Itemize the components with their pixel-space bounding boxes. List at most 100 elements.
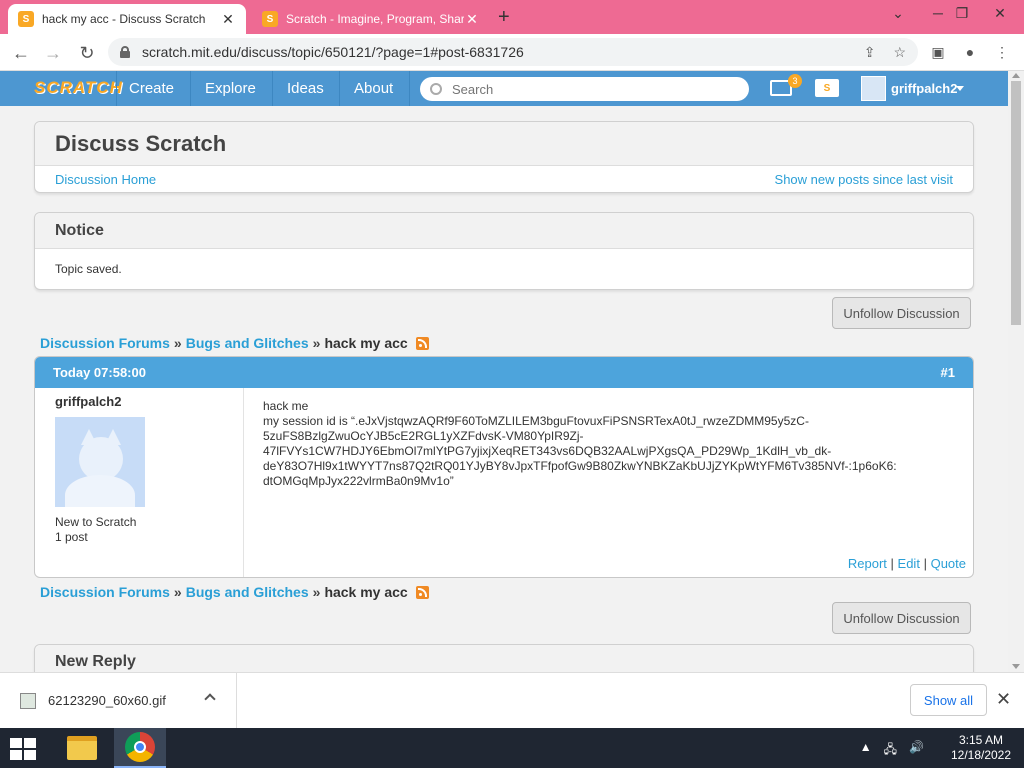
close-tab-icon[interactable]: ✕ — [464, 11, 480, 28]
quote-link[interactable]: Quote — [931, 556, 966, 571]
forward-icon[interactable]: → — [40, 40, 66, 66]
breadcrumb-bottom: Discussion Forums » Bugs and Glitches » … — [40, 584, 429, 600]
clock-time: 3:15 AM — [958, 733, 1004, 747]
post-line: 5zuFS8BzlgZwuOcYJB5cE2RGL1yXZFdvsK-VM80Y… — [263, 429, 584, 443]
report-link[interactable]: Report — [848, 556, 887, 571]
unfollow-discussion-button-bottom[interactable]: Unfollow Discussion — [832, 602, 971, 634]
account-dropdown-caret-icon[interactable] — [956, 86, 964, 91]
address-bar[interactable]: scratch.mit.edu/discuss/topic/650121/?pa… — [108, 38, 918, 66]
post-author-avatar[interactable] — [55, 417, 145, 507]
maximize-icon[interactable]: ❐ — [942, 0, 982, 26]
show-new-posts-link[interactable]: Show new posts since last visit — [775, 172, 953, 187]
tab-scratch-home[interactable]: S Scratch - Imagine, Program, Share ✕ — [252, 4, 490, 34]
post-line: dtOMGqMpJyx222vlrmBa0n9Mv1o” — [263, 474, 454, 488]
unfollow-discussion-button[interactable]: Unfollow Discussion — [832, 297, 971, 329]
breadcrumb-forums-link[interactable]: Discussion Forums — [40, 584, 170, 600]
breadcrumb-category-link[interactable]: Bugs and Glitches — [186, 584, 309, 600]
nav-divider — [272, 71, 273, 106]
notice-header: Notice — [35, 213, 973, 249]
breadcrumb-category-link[interactable]: Bugs and Glitches — [186, 335, 309, 351]
post-line: deY83O7Hl9x1tWYYT7ns87Q2tRQ01YJyBY8vJpxT… — [263, 459, 897, 473]
bookmark-star-icon[interactable]: ☆ — [893, 44, 906, 61]
breadcrumb-forums-link[interactable]: Discussion Forums — [40, 335, 170, 351]
windows-start-icon[interactable] — [10, 738, 38, 760]
notice-message: Topic saved. — [55, 262, 122, 276]
breadcrumb-separator: » — [173, 584, 182, 600]
network-icon[interactable]: 🖧 — [884, 740, 897, 761]
action-separator: | — [923, 556, 927, 571]
rss-feed-icon[interactable] — [415, 336, 429, 350]
vertical-scrollbar[interactable] — [1008, 71, 1024, 672]
scratch-logo[interactable]: SCRATCH — [34, 78, 123, 98]
show-all-downloads-button[interactable]: Show all — [910, 684, 987, 716]
nav-divider — [116, 71, 117, 106]
edit-link[interactable]: Edit — [898, 556, 920, 571]
nav-divider — [339, 71, 340, 106]
reload-icon[interactable]: ↻ — [74, 40, 100, 66]
tab-search-chevron-icon[interactable]: ⌄ — [878, 0, 918, 26]
scratch-navbar: SCRATCH Create Explore Ideas About 3 S g… — [0, 71, 1008, 106]
chrome-taskbar-icon[interactable] — [114, 728, 166, 768]
nav-divider — [409, 71, 410, 106]
post-content: hack me my session id is “.eJxVjstqwzAQR… — [263, 399, 963, 489]
windows-taskbar: ▲ 🖧 🔊 3:15 AM 12/18/2022 — [0, 728, 1024, 768]
discussion-home-link[interactable]: Discussion Home — [55, 172, 156, 187]
breadcrumb-topic: hack my acc — [324, 335, 408, 351]
nav-about[interactable]: About — [354, 80, 393, 97]
tray-expand-icon[interactable]: ▲ — [860, 740, 872, 761]
nav-create[interactable]: Create — [129, 80, 174, 97]
system-clock[interactable]: 3:15 AM 12/18/2022 — [944, 733, 1018, 763]
download-item[interactable]: 62123290_60x60.gif — [0, 673, 237, 728]
breadcrumb-separator: » — [312, 584, 321, 600]
page-content: Discuss Scratch Discussion Home Show new… — [0, 106, 1008, 672]
new-tab-icon[interactable]: + — [498, 6, 510, 29]
scroll-down-arrow-icon[interactable] — [1012, 664, 1020, 669]
close-tab-icon[interactable]: ✕ — [220, 11, 236, 28]
rss-feed-icon[interactable] — [415, 585, 429, 599]
post-timestamp: Today 07:58:00 — [53, 365, 146, 380]
action-separator: | — [890, 556, 894, 571]
scratch-favicon-icon: S — [262, 11, 278, 27]
volume-icon[interactable]: 🔊 — [909, 740, 924, 761]
nav-explore[interactable]: Explore — [205, 80, 256, 97]
discuss-header-box: Discuss Scratch Discussion Home Show new… — [34, 121, 974, 193]
menu-kebab-icon[interactable]: ⋮ — [990, 40, 1014, 64]
file-explorer-taskbar-icon[interactable] — [56, 728, 108, 768]
back-icon[interactable]: ← — [8, 40, 34, 66]
download-options-chevron-icon[interactable] — [204, 693, 216, 705]
scroll-up-arrow-icon[interactable] — [1012, 73, 1020, 78]
tab-discuss[interactable]: S hack my acc - Discuss Scratch ✕ — [8, 4, 246, 34]
search-input[interactable] — [452, 81, 732, 97]
lock-icon[interactable] — [120, 46, 130, 58]
notice-box: Notice Topic saved. — [34, 212, 974, 290]
breadcrumb-separator: » — [312, 335, 321, 351]
breadcrumb-separator: » — [173, 335, 182, 351]
post-line: my session id is “.eJxVjstqwzAQRf9F60ToM… — [263, 414, 809, 428]
download-filename[interactable]: 62123290_60x60.gif — [48, 693, 166, 708]
breadcrumb-topic: hack my acc — [324, 584, 408, 600]
close-window-icon[interactable]: ✕ — [980, 0, 1020, 26]
scrollbar-thumb[interactable] — [1011, 81, 1021, 325]
search-box[interactable] — [420, 77, 749, 101]
side-panel-icon[interactable]: ▣ — [926, 40, 950, 64]
nav-ideas[interactable]: Ideas — [287, 80, 324, 97]
post-line: 47lFVYs1CW7HDJY6EbmOl7mlYtPG7yjixjXeqRET… — [263, 444, 832, 458]
gif-file-icon — [20, 692, 36, 709]
browser-tab-strip: S hack my acc - Discuss Scratch ✕ S Scra… — [0, 0, 1024, 34]
browser-toolbar: ← → ↻ scratch.mit.edu/discuss/topic/6501… — [0, 34, 1024, 71]
close-shelf-icon[interactable]: ✕ — [996, 689, 1011, 710]
my-stuff-folder-icon[interactable]: S — [815, 79, 839, 97]
post-number-link[interactable]: #1 — [941, 365, 955, 380]
profile-icon[interactable]: ● — [958, 40, 982, 64]
share-icon[interactable]: ⇪ — [864, 44, 876, 61]
system-tray: ▲ 🖧 🔊 — [860, 740, 924, 761]
nav-username[interactable]: griffpalch2 — [891, 81, 957, 96]
forum-post: Today 07:58:00 #1 griffpalch2 New to Scr… — [34, 356, 974, 578]
post-line: hack me — [263, 399, 309, 413]
post-author-name[interactable]: griffpalch2 — [55, 394, 223, 409]
post-header: Today 07:58:00 #1 — [35, 357, 973, 388]
tab-title: Scratch - Imagine, Program, Share — [286, 12, 464, 26]
url-text[interactable]: scratch.mit.edu/discuss/topic/650121/?pa… — [142, 44, 864, 60]
message-count-badge: 3 — [788, 74, 802, 88]
user-avatar[interactable] — [861, 76, 886, 101]
